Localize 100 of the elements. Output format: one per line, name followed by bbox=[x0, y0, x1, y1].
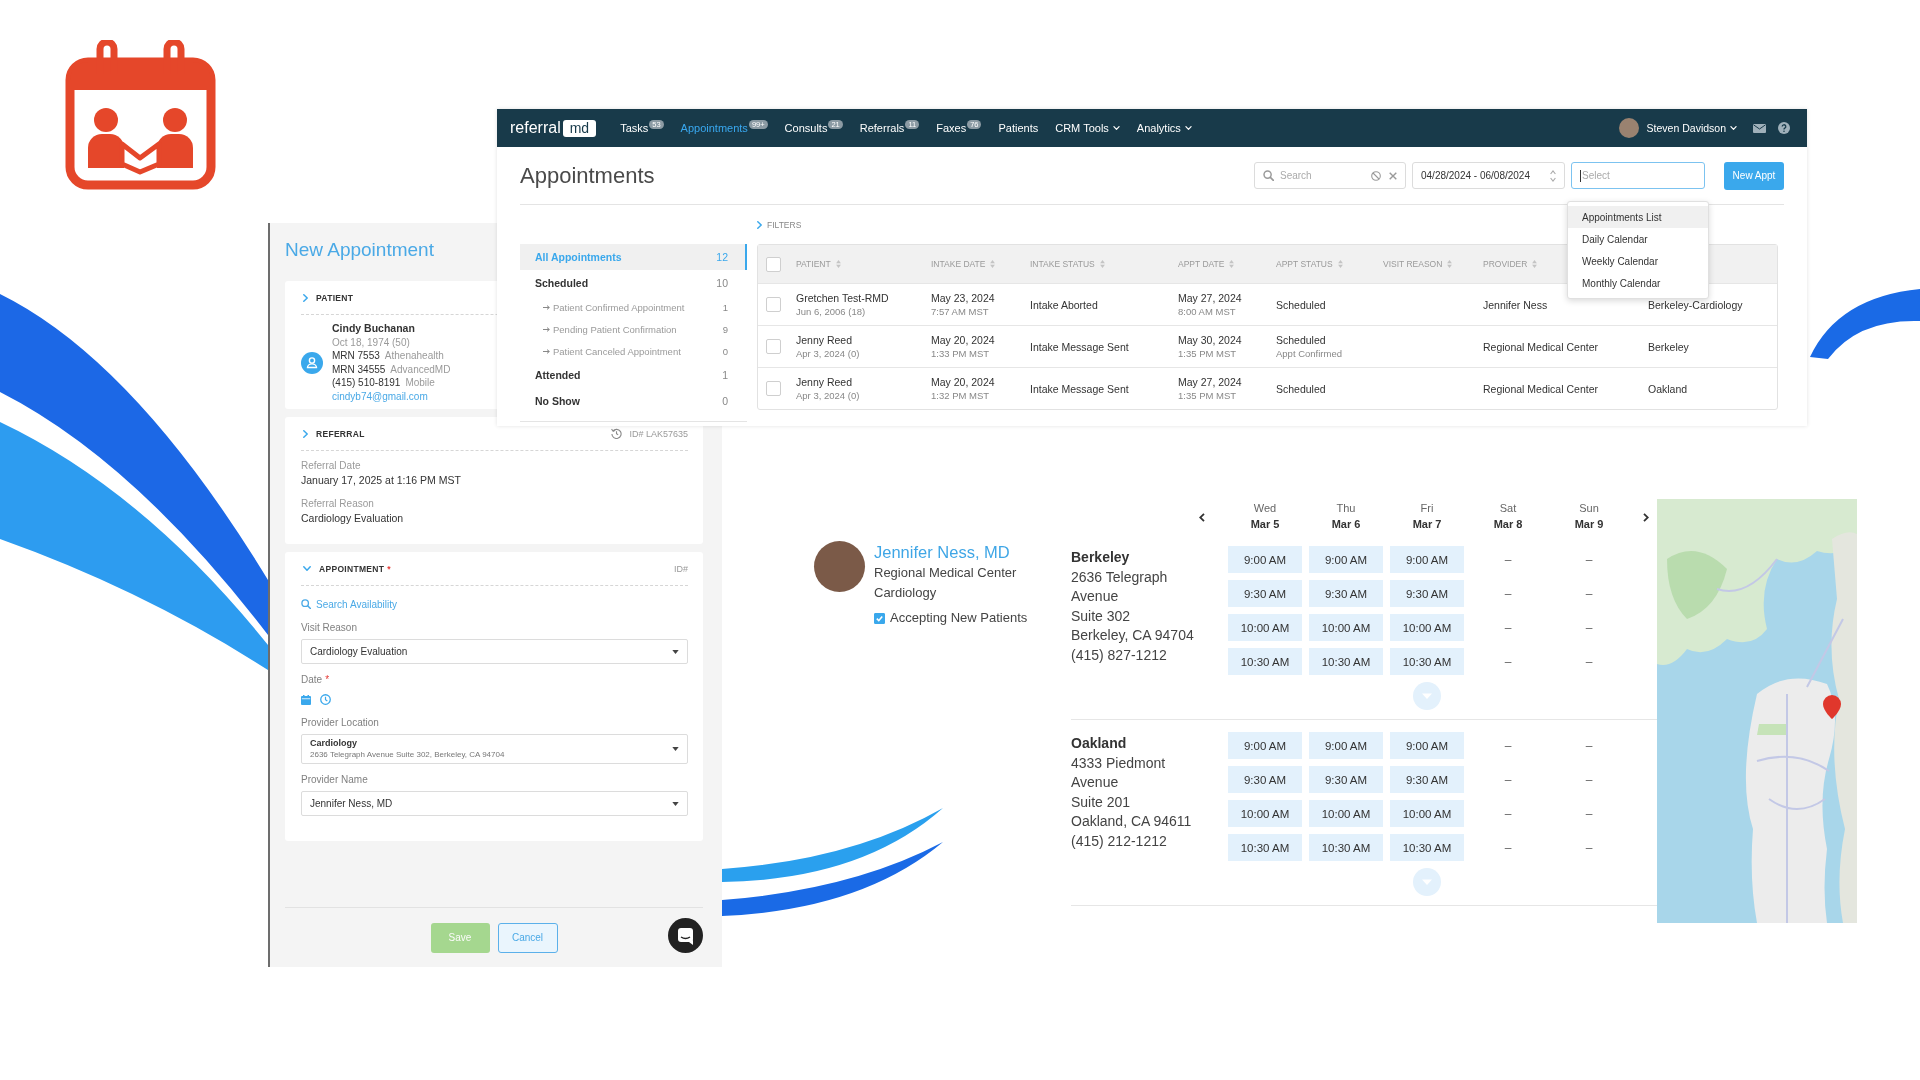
time-slot-button[interactable]: 10:30 AM bbox=[1390, 834, 1464, 861]
time-slot-button[interactable]: 10:00 AM bbox=[1228, 800, 1302, 827]
map-pin-icon[interactable] bbox=[1823, 695, 1841, 719]
time-slot-button[interactable]: 10:00 AM bbox=[1390, 800, 1464, 827]
status-filter-item[interactable]: Attended 1 bbox=[520, 362, 747, 388]
calendar-icon[interactable] bbox=[301, 694, 311, 705]
sort-icon[interactable] bbox=[1099, 260, 1105, 268]
checkbox[interactable] bbox=[765, 297, 781, 312]
filters-toggle[interactable]: FILTERS bbox=[757, 219, 802, 230]
circle-slash-icon[interactable] bbox=[1371, 170, 1381, 181]
time-slot-button[interactable]: 9:30 AM bbox=[1390, 766, 1464, 793]
time-slot-button[interactable]: 9:30 AM bbox=[1309, 580, 1383, 607]
unavailable-dash: – bbox=[1585, 654, 1593, 669]
stepper-icon[interactable] bbox=[1550, 169, 1556, 182]
patient-name: Cindy Buchanan bbox=[332, 322, 415, 336]
weekday-label: Fri bbox=[1420, 501, 1434, 516]
time-slot-button[interactable]: 9:00 AM bbox=[1390, 546, 1464, 573]
time-slot-button[interactable]: 10:00 AM bbox=[1309, 800, 1383, 827]
sort-icon[interactable] bbox=[1447, 260, 1453, 268]
intake-status: Intake Message Sent bbox=[1030, 381, 1129, 396]
time-slot-button[interactable]: 10:30 AM bbox=[1309, 648, 1383, 675]
dropdown-field[interactable]: Jennifer Ness, MD bbox=[301, 791, 688, 816]
history-icon[interactable] bbox=[611, 428, 623, 439]
appt-status: Scheduled bbox=[1276, 333, 1326, 347]
menu-option[interactable]: Weekly Calendar bbox=[1568, 250, 1708, 272]
dropdown-field[interactable]: Cardiology 2636 Telegraph Avenue Suite 302, Berkeley, CA 94704 bbox=[301, 734, 688, 764]
envelope-icon[interactable] bbox=[1753, 123, 1766, 133]
patient-birth-date: Apr 3, 2024 (0) bbox=[796, 389, 860, 402]
appt-status: Scheduled bbox=[1276, 297, 1326, 312]
intake-time: 7:57 AM MST bbox=[931, 305, 989, 318]
down-arrow-circle-icon[interactable] bbox=[1413, 868, 1441, 896]
checkbox[interactable] bbox=[874, 612, 885, 624]
menu-option[interactable]: Monthly Calendar bbox=[1568, 272, 1708, 294]
time-slot-button[interactable]: 10:00 AM bbox=[1309, 614, 1383, 641]
status-filter-item[interactable]: Patient Canceled Appointment 0 bbox=[520, 340, 747, 362]
dropdown-field[interactable]: Cardiology Evaluation bbox=[301, 639, 688, 664]
intake-time: 1:33 PM MST bbox=[931, 347, 990, 360]
close-icon[interactable] bbox=[1389, 171, 1397, 180]
time-slot-button[interactable]: 9:30 AM bbox=[1228, 580, 1302, 607]
time-slot-button[interactable]: 10:30 AM bbox=[1390, 648, 1464, 675]
unavailable-dash: – bbox=[1585, 738, 1593, 753]
chevron-left-icon[interactable] bbox=[1199, 512, 1205, 522]
time-slot-button[interactable]: 9:00 AM bbox=[1228, 546, 1302, 573]
provider-name: Regional Medical Center bbox=[1483, 339, 1598, 354]
time-slot-button[interactable]: 10:00 AM bbox=[1390, 614, 1464, 641]
nav-link[interactable]: CRM Tools bbox=[1055, 118, 1120, 138]
time-slot-button[interactable]: 9:30 AM bbox=[1309, 766, 1383, 793]
item-count: 1 bbox=[722, 301, 728, 313]
time-slot-button[interactable]: 9:00 AM bbox=[1228, 732, 1302, 759]
clock-icon[interactable] bbox=[320, 694, 331, 705]
time-slot-button[interactable]: 10:30 AM bbox=[1309, 834, 1383, 861]
time-slot-button[interactable]: 9:00 AM bbox=[1390, 732, 1464, 759]
status-filter-item[interactable]: Pending Patient Confirmation 9 bbox=[520, 318, 747, 340]
appt-date: May 30, 2024 bbox=[1178, 333, 1242, 347]
date-label: Mar 7 bbox=[1412, 517, 1442, 532]
time-slot-button[interactable]: 10:00 AM bbox=[1228, 614, 1302, 641]
checkbox[interactable] bbox=[765, 381, 781, 396]
time-slot-button[interactable]: 9:30 AM bbox=[1390, 580, 1464, 607]
caret-icon bbox=[672, 649, 679, 654]
item-count: 12 bbox=[716, 251, 728, 263]
sort-icon[interactable] bbox=[1337, 260, 1343, 268]
unavailable-dash: – bbox=[1585, 620, 1593, 635]
help-icon[interactable] bbox=[1778, 122, 1790, 134]
checkbox[interactable] bbox=[765, 256, 781, 272]
sort-icon[interactable] bbox=[1229, 260, 1235, 268]
item-count: 0 bbox=[722, 395, 728, 407]
menu-option[interactable]: Appointments List bbox=[1568, 206, 1708, 228]
status-filter-item[interactable]: Patient Confirmed Appointment 1 bbox=[520, 296, 747, 318]
user-menu[interactable]: Steven Davidson bbox=[1618, 118, 1737, 138]
patient-name: Jenny Reed bbox=[796, 375, 853, 389]
checkbox[interactable] bbox=[765, 339, 781, 354]
organization-name: Regional Medical Center bbox=[874, 564, 1017, 582]
time-slot-button[interactable]: 10:30 AM bbox=[1228, 648, 1302, 675]
table-cell: Oakland bbox=[1648, 381, 1688, 396]
chevron-right-icon[interactable] bbox=[1643, 512, 1649, 522]
unavailable-dash: – bbox=[1504, 806, 1512, 821]
time-slot-button[interactable]: 9:00 AM bbox=[1309, 546, 1383, 573]
nav-link[interactable]: Patients bbox=[998, 118, 1039, 138]
field-label: Visit Reason bbox=[301, 621, 357, 635]
item-count: 0 bbox=[722, 345, 728, 357]
page-title: Appointments bbox=[520, 162, 655, 189]
menu-option[interactable]: Daily Calendar bbox=[1568, 228, 1708, 250]
nav-link[interactable]: Analytics bbox=[1136, 118, 1192, 138]
time-slot-button[interactable]: 10:30 AM bbox=[1228, 834, 1302, 861]
down-arrow-circle-icon[interactable] bbox=[1413, 682, 1441, 710]
sort-icon[interactable] bbox=[1532, 260, 1538, 268]
field-label: Referral Date bbox=[301, 459, 361, 473]
sort-icon[interactable] bbox=[990, 260, 996, 268]
sort-icon[interactable] bbox=[835, 260, 841, 268]
item-count: 1 bbox=[722, 369, 728, 381]
caret-icon bbox=[672, 801, 679, 806]
suite-number: Suite 201 bbox=[1071, 792, 1131, 812]
time-slot-button[interactable]: 9:30 AM bbox=[1228, 766, 1302, 793]
unavailable-dash: – bbox=[1585, 772, 1593, 787]
time-slot-button[interactable]: 9:00 AM bbox=[1309, 732, 1383, 759]
date-range-field[interactable]: 04/28/2024 - 06/08/2024 bbox=[1412, 162, 1565, 189]
section-heading: APPOINTMENT * bbox=[319, 563, 391, 574]
status-filter-item[interactable]: No Show 0 bbox=[520, 388, 747, 414]
chat-icon[interactable] bbox=[668, 918, 703, 953]
status-filter-item[interactable]: Scheduled 10 bbox=[520, 270, 747, 296]
